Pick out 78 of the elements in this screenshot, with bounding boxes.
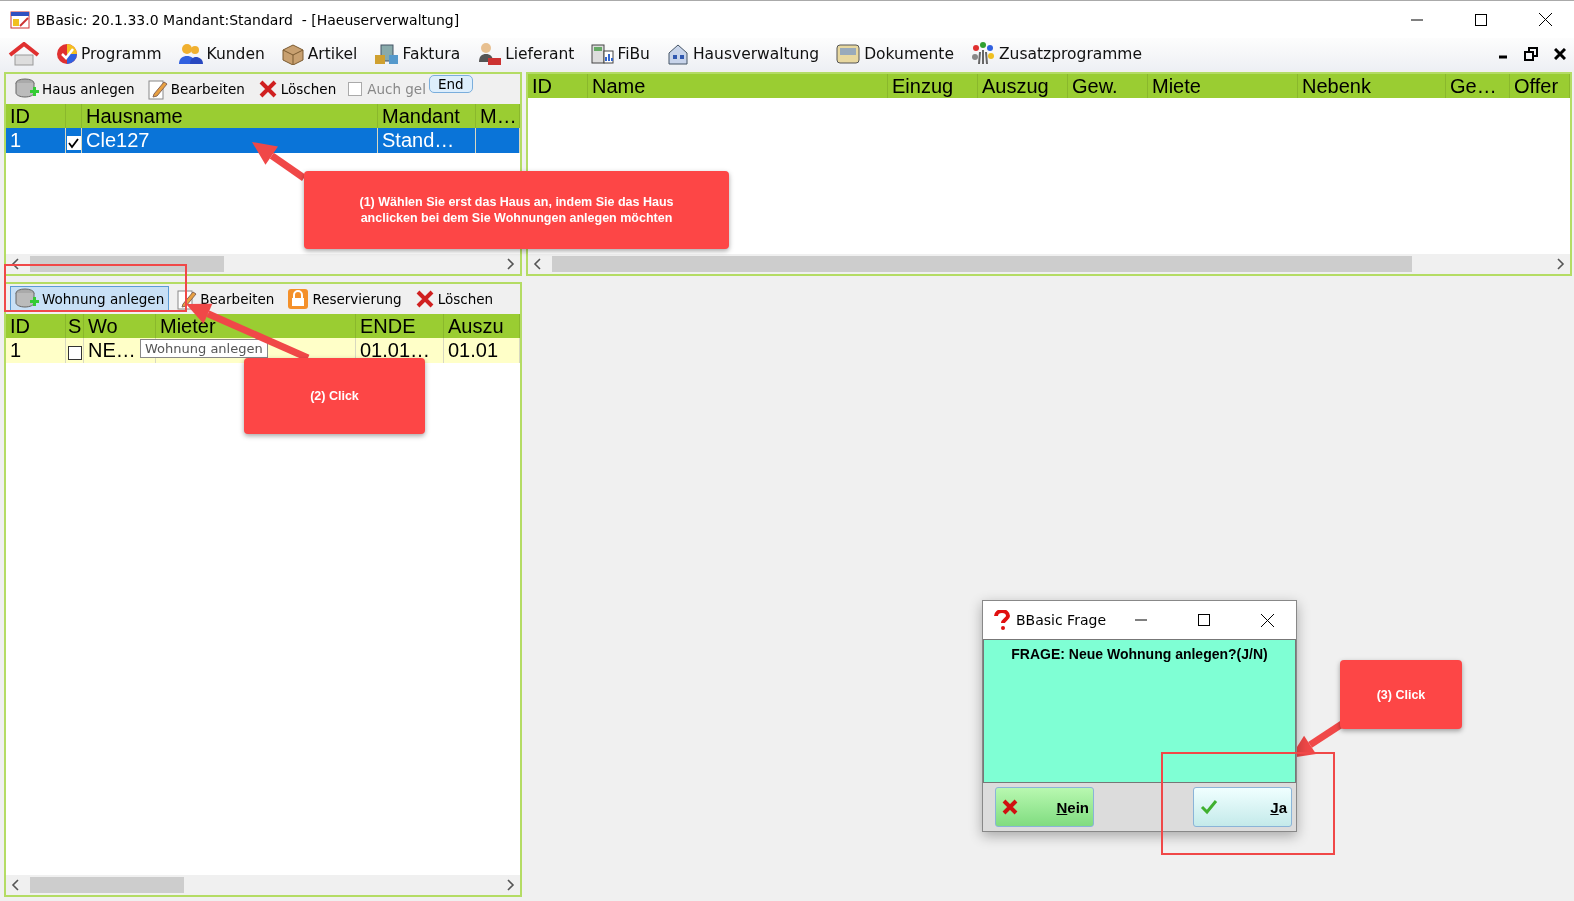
checkmark-icon bbox=[1200, 799, 1218, 815]
column-header[interactable]: Einzug bbox=[888, 74, 978, 98]
column-header[interactable]: Auszug bbox=[978, 74, 1068, 98]
checkbox[interactable] bbox=[67, 346, 82, 360]
column-header[interactable]: Miete bbox=[1148, 74, 1298, 98]
table-cell: 1 bbox=[6, 338, 66, 363]
minimize-icon bbox=[1135, 619, 1147, 621]
no-button[interactable]: Nein bbox=[995, 787, 1094, 827]
color-wheel-icon bbox=[56, 43, 78, 65]
close-icon bbox=[1554, 48, 1566, 60]
menu-item[interactable]: Faktura bbox=[373, 43, 461, 65]
menu-item[interactable]: FiBu bbox=[590, 43, 650, 65]
checkbox[interactable] bbox=[348, 82, 363, 96]
close-icon bbox=[1260, 613, 1274, 627]
callout-text: (2) Click bbox=[310, 388, 359, 404]
menu-item[interactable]: Artikel bbox=[280, 43, 358, 65]
menu-item[interactable]: Zusatzprogramme bbox=[969, 42, 1142, 66]
tooltip: End bbox=[428, 75, 473, 93]
table-cell: 1 bbox=[6, 128, 66, 153]
restore-icon bbox=[1524, 47, 1538, 61]
house-icon bbox=[665, 42, 690, 66]
window-title: BBasic: 20.1.33.0 Mandant:Standard - [Haeuserverwaltung] bbox=[36, 11, 461, 28]
close-icon bbox=[1538, 13, 1552, 26]
column-header[interactable]: Name bbox=[588, 74, 888, 98]
database-add-icon bbox=[15, 78, 39, 100]
table-row[interactable]: 1 Cle127 Stand… bbox=[6, 128, 520, 153]
delete-icon bbox=[414, 289, 435, 309]
column-header[interactable]: Ge… bbox=[1446, 74, 1510, 98]
column-header[interactable]: Nebenk bbox=[1298, 74, 1446, 98]
dialog-title: BBasic Frage bbox=[1016, 612, 1107, 628]
callout-text: (1) Wählen Sie erst das Haus an, indem Sie das Haus anclicken bei dem Sie Wohnungen anlegen möchten bbox=[358, 194, 675, 226]
menu-item[interactable]: Hausverwaltung bbox=[665, 42, 820, 66]
maximize-icon bbox=[1198, 614, 1210, 626]
column-header[interactable]: Offer bbox=[1510, 74, 1570, 98]
menu-item[interactable]: Programm bbox=[56, 43, 162, 65]
delete-icon bbox=[257, 79, 278, 99]
minimize-icon bbox=[1411, 18, 1423, 21]
callout-text: (3) Click bbox=[1376, 686, 1426, 703]
toolbar-button[interactable]: Haus anlegen bbox=[10, 76, 140, 102]
column-header[interactable]: ID bbox=[528, 74, 588, 98]
check-icon bbox=[68, 137, 79, 149]
scrollbar-thumb[interactable] bbox=[552, 256, 1412, 272]
scrollbar-thumb[interactable] bbox=[30, 877, 184, 893]
menu-item[interactable]: Kunden bbox=[177, 43, 265, 65]
lock-icon bbox=[287, 288, 310, 310]
toolbar-button[interactable]: Reservierung bbox=[282, 286, 407, 312]
callout-arrow bbox=[252, 142, 306, 181]
column-header[interactable]: Gew. bbox=[1068, 74, 1148, 98]
yes-button[interactable]: Ja bbox=[1193, 787, 1292, 827]
calculator-icon bbox=[590, 43, 615, 65]
dialog-message: FRAGE: Neue Wohnung anlegen?(J/N) bbox=[1011, 645, 1268, 664]
people-icon bbox=[177, 43, 204, 65]
database-add-icon bbox=[15, 288, 39, 310]
toolbar-button[interactable]: Wohnung anlegen bbox=[10, 286, 170, 312]
table-cell: Stand… bbox=[378, 128, 476, 153]
toolbar-button[interactable]: Löschen bbox=[252, 76, 342, 102]
question-mark-icon bbox=[993, 610, 1011, 630]
edit-icon bbox=[147, 78, 168, 100]
cross-icon bbox=[1002, 799, 1018, 815]
checkbox-label: Auch gel bbox=[367, 81, 426, 97]
app-icon bbox=[10, 9, 30, 30]
tools-icon bbox=[969, 42, 996, 66]
horizontal-scrollbar[interactable] bbox=[6, 254, 520, 274]
home-button[interactable] bbox=[8, 42, 40, 66]
horizontal-scrollbar[interactable] bbox=[6, 875, 520, 895]
building-icon bbox=[373, 43, 400, 65]
table-cell: 01.01 bbox=[444, 338, 520, 363]
person-desk-icon bbox=[476, 42, 503, 66]
toolbar-button[interactable]: Löschen bbox=[409, 286, 499, 312]
toolbar-button[interactable]: Bearbeiten bbox=[142, 76, 250, 102]
tooltip: Wohnung anlegen bbox=[140, 339, 268, 358]
home-icon bbox=[8, 42, 40, 66]
horizontal-scrollbar[interactable] bbox=[528, 254, 1570, 274]
maximize-icon bbox=[1475, 13, 1487, 26]
menu-item[interactable]: Lieferant bbox=[476, 42, 575, 66]
box-icon bbox=[280, 43, 305, 65]
menu-item[interactable]: Dokumente bbox=[835, 43, 954, 65]
tray-icon bbox=[835, 43, 862, 65]
